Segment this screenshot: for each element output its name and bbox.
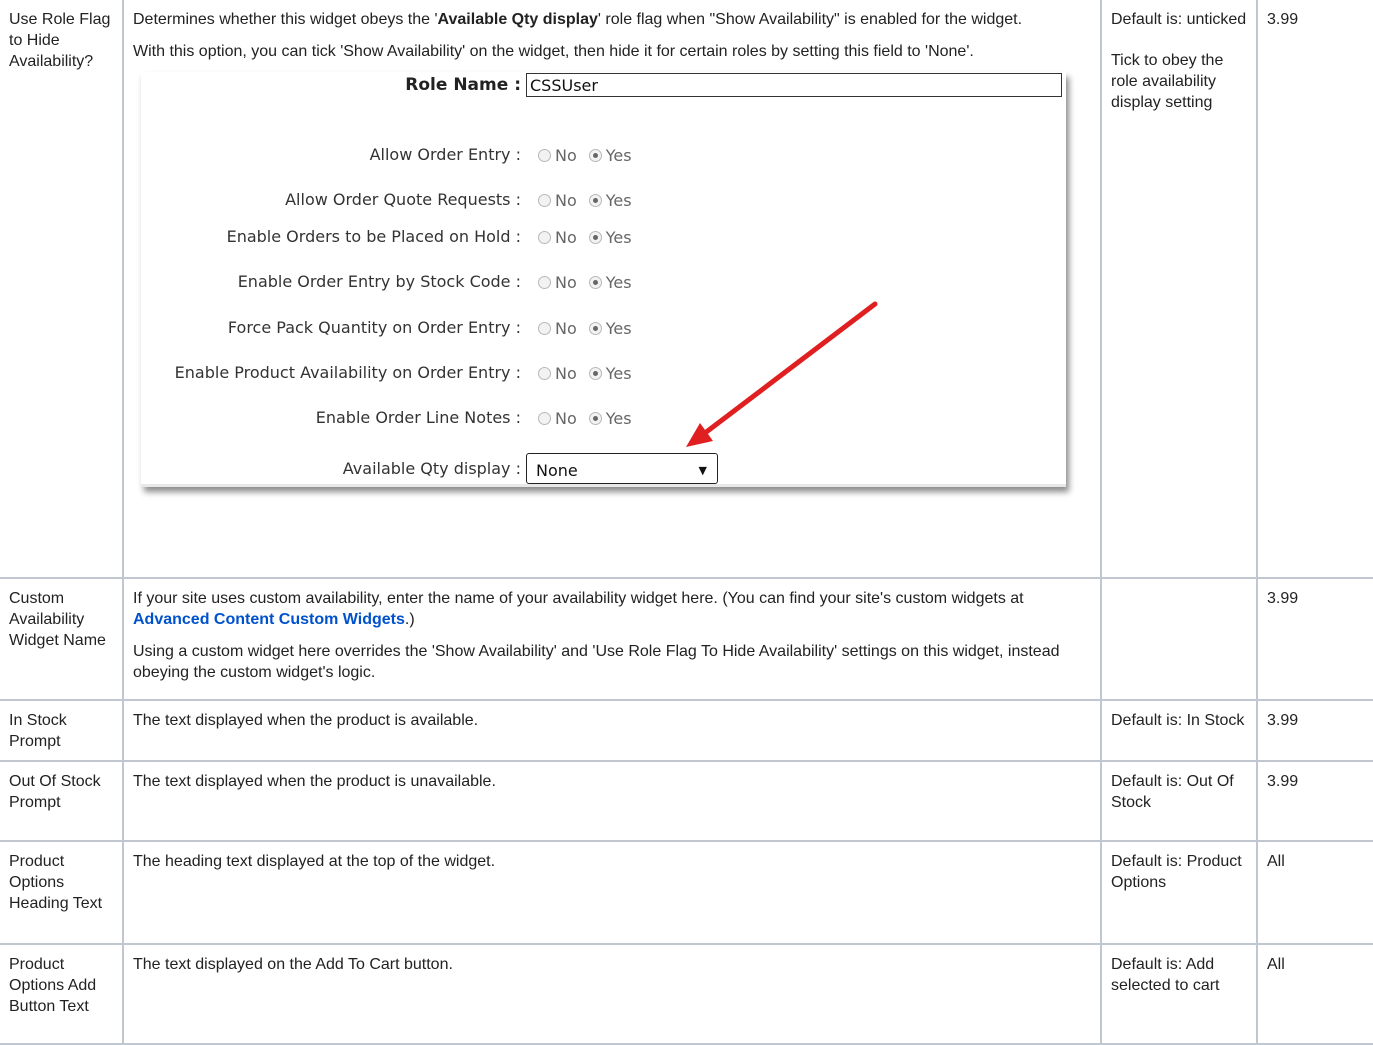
property-version: 3.99 xyxy=(1256,699,1373,762)
description-text: .) xyxy=(404,611,415,628)
property-default: Default is: Product Options xyxy=(1100,840,1258,945)
table-row: Product Options Add Button Text The text… xyxy=(0,943,1373,1045)
property-default xyxy=(1100,577,1258,701)
table-row: Custom Availability Widget Name If your … xyxy=(0,577,1373,701)
property-version: 3.99 xyxy=(1256,760,1373,842)
property-name: Use Role Flag to Hide Availability? xyxy=(0,0,124,579)
red-arrow-icon xyxy=(686,301,878,447)
table-row: Use Role Flag to Hide Availability? Dete… xyxy=(0,0,1373,579)
property-default: Default is: In Stock xyxy=(1100,699,1258,762)
description-paragraph: With this option, you can tick 'Show Ava… xyxy=(133,43,974,60)
description-text: ' role flag when "Show Availability" is … xyxy=(597,11,1023,28)
property-name: Product Options Add Button Text xyxy=(0,943,124,1045)
description-bold-text: Available Qty display xyxy=(437,11,598,28)
properties-table: Use Role Flag to Hide Availability? Dete… xyxy=(0,0,1373,1045)
custom-widgets-link[interactable]: Advanced Content Custom Widgets xyxy=(133,611,405,628)
arrow-head xyxy=(686,423,713,447)
default-text: Default is: unticked xyxy=(1111,11,1247,28)
property-description: If your site uses custom availability, e… xyxy=(122,577,1102,701)
property-description: The heading text displayed at the top of… xyxy=(122,840,1102,945)
role-settings-screenshot: Role Name : CSSUser Allow Order Entry :N… xyxy=(133,72,1073,491)
description-paragraph: If your site uses custom availability, e… xyxy=(133,588,1092,630)
table-row: Out Of Stock Prompt The text displayed w… xyxy=(0,760,1373,842)
property-version: All xyxy=(1256,943,1373,1045)
property-default: Default is: unticked Tick to obey the ro… xyxy=(1100,0,1258,579)
default-note: Tick to obey the role availability displ… xyxy=(1111,52,1224,111)
property-description: The text displayed when the product is u… xyxy=(122,760,1102,842)
description-paragraph: Determines whether this widget obeys the… xyxy=(133,9,1092,30)
property-default: Default is: Add selected to cart xyxy=(1100,943,1258,1045)
property-name: In Stock Prompt xyxy=(0,699,124,762)
arrow-shaft xyxy=(698,301,878,439)
property-version: 3.99 xyxy=(1256,577,1373,701)
table-row: Product Options Heading Text The heading… xyxy=(0,840,1373,945)
property-default: Default is: Out Of Stock xyxy=(1100,760,1258,842)
property-description: The text displayed on the Add To Cart bu… xyxy=(122,943,1102,1045)
property-name: Out Of Stock Prompt xyxy=(0,760,124,842)
description-text: If your site uses custom availability, e… xyxy=(133,590,1024,607)
description-paragraph: Using a custom widget here overrides the… xyxy=(133,643,1060,681)
table-row: In Stock Prompt The text displayed when … xyxy=(0,699,1373,762)
property-name: Product Options Heading Text xyxy=(0,840,124,945)
description-text: Determines whether this widget obeys the… xyxy=(133,11,438,28)
property-description: Determines whether this widget obeys the… xyxy=(122,0,1102,579)
property-description: The text displayed when the product is a… xyxy=(122,699,1102,762)
property-name: Custom Availability Widget Name xyxy=(0,577,124,701)
property-version: 3.99 xyxy=(1256,0,1373,579)
property-version: All xyxy=(1256,840,1373,945)
